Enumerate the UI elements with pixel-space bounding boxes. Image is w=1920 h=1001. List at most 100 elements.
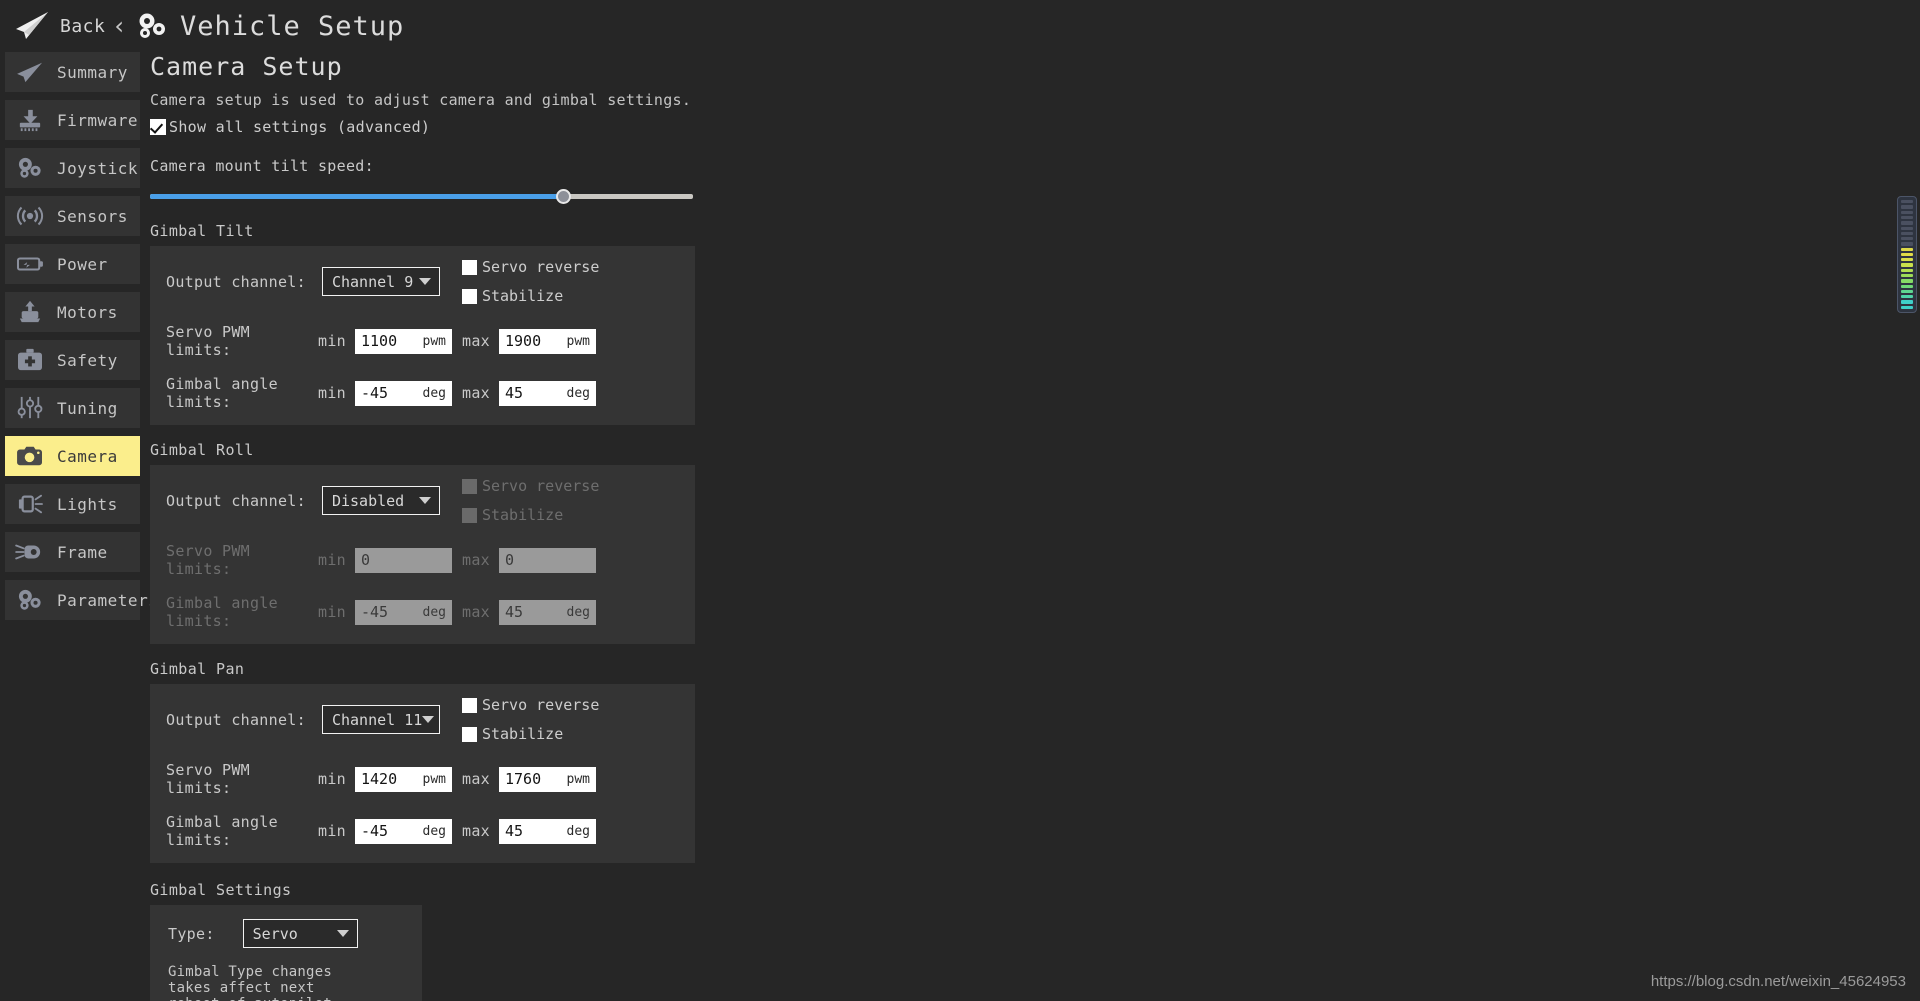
sidebar-item-label: Lights: [57, 494, 118, 514]
output-channel-combobox[interactable]: Channel 9: [321, 267, 440, 296]
output-channel-value: Channel 9: [331, 272, 414, 291]
deg-unit: deg: [422, 604, 446, 620]
pwm-min-input[interactable]: 1100 pwm: [355, 328, 452, 354]
output-channel-combobox[interactable]: Channel 11: [321, 705, 440, 734]
meter-segment: [1901, 289, 1913, 294]
sidebar-item-label: Camera: [57, 446, 118, 466]
pwm-max-value: 1760: [505, 770, 542, 788]
sidebar-item-label: Motors: [57, 302, 118, 322]
meter-segment: [1901, 279, 1913, 283]
sidebar-item-motors[interactable]: Motors: [5, 292, 140, 332]
angle-limits-row: Gimbal angle limits: min -45 deg max 45 deg: [150, 594, 695, 630]
pwm-unit: pwm: [422, 771, 446, 787]
pwm-min-input[interactable]: 1420 pwm: [355, 766, 452, 792]
gimbal-type-value: Servo: [252, 924, 298, 943]
stabilize-checkbox[interactable]: [461, 288, 477, 304]
stabilize-row[interactable]: Stabilize: [461, 725, 599, 743]
sidebar-item-lights[interactable]: Lights: [5, 484, 140, 524]
min-label: min: [318, 603, 346, 621]
show-all-settings-checkbox[interactable]: [150, 119, 166, 135]
chevron-down-icon: [418, 497, 431, 504]
sidebar-item-frame[interactable]: Frame: [5, 532, 140, 572]
signal-level-meter[interactable]: [1897, 196, 1917, 313]
back-label[interactable]: Back: [60, 16, 105, 37]
meter-segment: [1901, 268, 1913, 273]
pwm-max-input[interactable]: 1760 pwm: [499, 766, 596, 792]
stabilize-checkbox[interactable]: [461, 726, 477, 742]
servo-reverse-checkbox: [461, 478, 477, 494]
meter-segment: [1901, 284, 1913, 288]
output-channel-value: Channel 11: [331, 710, 423, 729]
output-channel-label: Output channel:: [166, 491, 306, 510]
angle-min-input[interactable]: -45 deg: [355, 380, 452, 406]
chevron-left-icon[interactable]: ‹: [114, 12, 124, 40]
pwm-limits-row: Servo PWM limits: min 0 max 0: [150, 542, 695, 578]
show-all-settings-row[interactable]: Show all settings (advanced): [150, 118, 1570, 136]
first-aid-kit-icon: [13, 346, 47, 374]
pwm-unit: pwm: [566, 333, 590, 349]
angle-max-value: 45: [505, 384, 524, 402]
gears-icon: [136, 12, 167, 40]
gimbal-section-panel: Output channel: Channel 9 Servo reverse Sta…: [150, 246, 695, 425]
gimbal-type-combobox[interactable]: Servo: [242, 919, 358, 948]
max-label: max: [462, 603, 490, 621]
gimbal-section-title: Gimbal Pan: [150, 660, 245, 678]
stabilize-row[interactable]: Stabilize: [461, 287, 599, 305]
meter-segment: [1901, 215, 1913, 220]
tilt-speed-slider[interactable]: [150, 188, 693, 206]
sidebar-item-label: Summary: [57, 62, 128, 82]
servo-reverse-row[interactable]: Servo reverse: [461, 258, 599, 276]
slider-fill: [150, 194, 563, 199]
sidebar-item-summary[interactable]: Summary: [5, 52, 140, 92]
angle-min-input[interactable]: -45 deg: [355, 818, 452, 844]
show-all-settings-label: Show all settings (advanced): [169, 118, 431, 136]
sidebar-item-parameters[interactable]: Parameters: [5, 580, 158, 620]
pwm-limits-row: Servo PWM limits: min 1100 pwm max 1900 pwm: [150, 323, 695, 359]
gimbal-type-note: Gimbal Type changes takes affect next re…: [168, 964, 332, 1001]
servo-reverse-row[interactable]: Servo reverse: [461, 696, 599, 714]
sidebar-item-safety[interactable]: Safety: [5, 340, 140, 380]
angle-max-input: 45 deg: [499, 599, 596, 625]
sidebar-item-camera[interactable]: Camera: [5, 436, 140, 476]
sidebar-item-firmware[interactable]: Firmware: [5, 100, 140, 140]
gimbal-section-panel: Output channel: Disabled Servo reverse Stab…: [150, 465, 695, 644]
max-label: max: [462, 770, 490, 788]
output-channel-combobox[interactable]: Disabled: [321, 486, 440, 515]
sidebar-item-label: Tuning: [57, 398, 118, 418]
gears-icon: [13, 154, 47, 182]
angle-max-input[interactable]: 45 deg: [499, 380, 596, 406]
angle-min-value: -45: [361, 603, 389, 621]
gimbal-settings-panel: Type: Servo Gimbal Type changes takes af…: [150, 905, 422, 1001]
sidebar-item-label: Parameters: [57, 590, 159, 610]
sidebar-item-joystick[interactable]: Joystick: [5, 148, 140, 188]
slider-handle[interactable]: [555, 189, 571, 204]
angle-max-input[interactable]: 45 deg: [499, 818, 596, 844]
angle-limits-label: Gimbal angle limits:: [166, 594, 278, 630]
servo-reverse-row[interactable]: Servo reverse: [461, 477, 599, 495]
paper-plane-icon[interactable]: [12, 9, 52, 43]
meter-segment: [1901, 258, 1913, 262]
pwm-max-input[interactable]: 1900 pwm: [499, 328, 596, 354]
pwm-limits-row: Servo PWM limits: min 1420 pwm max 1760 pwm: [150, 761, 695, 797]
gimbal-section-gimbal-tilt: Gimbal Tilt Output channel: Channel 9 Servo…: [150, 222, 1570, 425]
sidebar-item-power[interactable]: Power: [5, 244, 140, 284]
servo-reverse-checkbox[interactable]: [461, 697, 477, 713]
chevron-down-icon: [418, 278, 431, 285]
angle-limits-row: Gimbal angle limits: min -45 deg max 45 deg: [150, 375, 695, 411]
gimbal-type-label: Type:: [168, 924, 215, 943]
meter-segment: [1901, 226, 1913, 230]
top-bar: Back ‹ Vehicle Setup: [0, 0, 1920, 52]
min-label: min: [318, 551, 346, 569]
servo-reverse-checkbox[interactable]: [461, 259, 477, 275]
gimbal-section-gimbal-pan: Gimbal Pan Output channel: Channel 11 Servo…: [150, 660, 1570, 863]
pwm-max-input: 0: [499, 547, 596, 573]
stabilize-row[interactable]: Stabilize: [461, 506, 599, 524]
sidebar-item-sensors[interactable]: Sensors: [5, 196, 140, 236]
gimbal-settings-title: Gimbal Settings: [150, 881, 292, 899]
tilt-speed-label: Camera mount tilt speed:: [150, 157, 374, 175]
max-label: max: [462, 551, 490, 569]
sidebar-item-label: Frame: [57, 542, 108, 562]
deg-unit: deg: [422, 823, 446, 839]
sidebar-item-tuning[interactable]: Tuning: [5, 388, 140, 428]
gimbal-section-gimbal-roll: Gimbal Roll Output channel: Disabled Servo …: [150, 441, 1570, 644]
